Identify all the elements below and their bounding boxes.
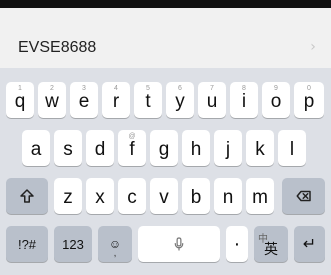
key-label: a <box>30 139 42 160</box>
key-t[interactable]: 5 t <box>134 82 162 118</box>
key-o[interactable]: 9 o <box>262 82 290 118</box>
key-u[interactable]: 7 u <box>198 82 226 118</box>
key-label: i <box>241 91 247 112</box>
key-r[interactable]: 4 r <box>102 82 130 118</box>
key-hint: 3 <box>82 85 86 92</box>
key-hint: 0 <box>307 85 311 92</box>
key-y[interactable]: 6 y <box>166 82 194 118</box>
numbers-key[interactable]: 123 <box>54 226 92 262</box>
key-label: q <box>14 91 26 112</box>
key-hint: 9 <box>274 85 278 92</box>
key-b[interactable]: b <box>182 178 210 214</box>
shift-key[interactable] <box>6 178 48 214</box>
key-label: o <box>270 91 282 112</box>
symbols-label: !?# <box>17 236 37 252</box>
key-label: f <box>129 139 135 160</box>
key-label: k <box>255 139 265 160</box>
key-label: x <box>95 187 105 208</box>
key-q[interactable]: 1 q <box>6 82 34 118</box>
key-label: g <box>158 139 170 160</box>
shift-icon <box>20 189 34 203</box>
language-switch-key[interactable]: 中 英 <box>254 226 288 262</box>
language-hint: 中 <box>258 234 268 245</box>
key-label: h <box>190 139 202 160</box>
key-hint: 4 <box>114 85 118 92</box>
key-hint: 2 <box>50 85 54 92</box>
key-j[interactable]: j <box>214 130 242 166</box>
key-label: l <box>289 139 295 160</box>
suggestion-text[interactable]: EVSE8688 <box>18 39 96 57</box>
suggestion-bar: EVSE8688 › <box>0 8 331 69</box>
chevron-right-icon[interactable]: › <box>307 39 319 55</box>
key-c[interactable]: c <box>118 178 146 214</box>
enter-key[interactable]: ↵ <box>294 226 325 262</box>
numbers-label: 123 <box>62 236 84 252</box>
key-hint: 1 <box>18 85 22 92</box>
key-s[interactable]: s <box>54 130 82 166</box>
key-m[interactable]: m <box>246 178 274 214</box>
key-f[interactable]: @ f <box>118 130 146 166</box>
key-label: z <box>63 187 73 208</box>
period-key[interactable]: · <box>226 226 248 262</box>
key-label: u <box>206 91 218 112</box>
key-z[interactable]: z <box>54 178 82 214</box>
key-label: v <box>159 187 169 208</box>
key-label: e <box>78 91 90 112</box>
key-hint: 8 <box>242 85 246 92</box>
key-a[interactable]: a <box>22 130 50 166</box>
key-label: t <box>145 91 151 112</box>
comma-label: , <box>113 248 117 259</box>
backspace-key[interactable] <box>282 178 325 214</box>
symbols-key[interactable]: !?# <box>6 226 48 262</box>
emoji-key[interactable]: ☺ , <box>98 226 132 262</box>
keyboard: 1 q 2 w 3 e 4 r 5 t 6 y 7 u 8 i 9 o 0 p … <box>0 68 331 275</box>
key-x[interactable]: x <box>86 178 114 214</box>
top-status-bar <box>0 0 331 8</box>
key-e[interactable]: 3 e <box>70 82 98 118</box>
key-label: m <box>252 187 268 208</box>
backspace-icon <box>296 190 311 202</box>
key-label: c <box>127 187 137 208</box>
key-w[interactable]: 2 w <box>38 82 66 118</box>
key-label: w <box>45 91 59 112</box>
key-n[interactable]: n <box>214 178 242 214</box>
microphone-icon <box>174 237 184 251</box>
key-hint: 7 <box>210 85 214 92</box>
key-hint: 6 <box>178 85 182 92</box>
key-g[interactable]: g <box>150 130 178 166</box>
key-d[interactable]: d <box>86 130 114 166</box>
key-label: y <box>175 91 185 112</box>
key-hint: 5 <box>146 85 150 92</box>
key-label: r <box>112 91 120 112</box>
key-hint: @ <box>128 133 136 140</box>
key-h[interactable]: h <box>182 130 210 166</box>
key-l[interactable]: l <box>278 130 306 166</box>
key-label: j <box>225 139 231 160</box>
key-label: n <box>222 187 234 208</box>
key-label: s <box>63 139 73 160</box>
key-label: p <box>303 91 315 112</box>
key-p[interactable]: 0 p <box>294 82 324 118</box>
enter-label: ↵ <box>302 236 317 253</box>
key-k[interactable]: k <box>246 130 274 166</box>
key-i[interactable]: 8 i <box>230 82 258 118</box>
space-key[interactable] <box>138 226 220 262</box>
period-label: · <box>233 232 241 255</box>
key-label: d <box>94 139 106 160</box>
key-label: b <box>190 187 202 208</box>
key-v[interactable]: v <box>150 178 178 214</box>
